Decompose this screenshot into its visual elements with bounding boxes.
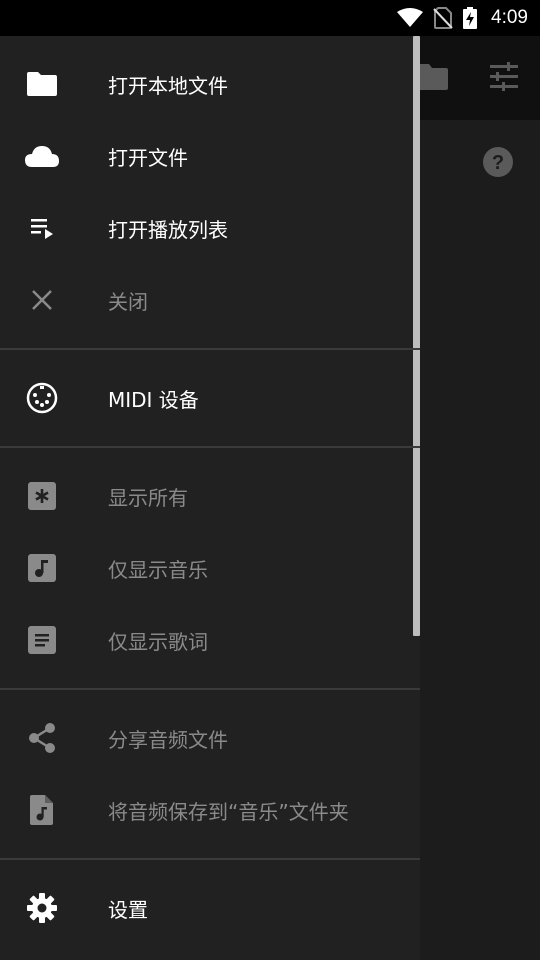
menu-item-open-file[interactable]: 打开文件 <box>0 120 413 192</box>
battery-charging-icon <box>463 7 478 29</box>
menu-item-show-music-only[interactable]: 仅显示音乐 <box>0 532 413 604</box>
menu-item-label: 打开播放列表 <box>108 217 228 242</box>
menu-item-show-lyrics-only[interactable]: 仅显示歌词 <box>0 604 413 676</box>
status-time: 4:09 <box>491 7 528 28</box>
menu-item-label: 打开本地文件 <box>108 73 228 98</box>
menu-item-midi-devices[interactable]: MIDI 设备 <box>0 362 413 434</box>
svg-text:?: ? <box>492 152 504 174</box>
wifi-icon <box>397 8 424 28</box>
divider <box>0 858 420 860</box>
folder-icon <box>22 64 62 104</box>
menu-item-share-audio[interactable]: 分享音频文件 <box>0 702 413 774</box>
menu-item-show-all[interactable]: 显示所有 <box>0 460 413 532</box>
midi-icon <box>22 378 62 418</box>
menu-item-open-playlist[interactable]: 打开播放列表 <box>0 192 413 264</box>
folder-icon[interactable] <box>416 62 450 96</box>
menu-item-label: 显示所有 <box>108 485 188 510</box>
share-icon <box>22 718 62 758</box>
music-note-icon <box>22 548 62 588</box>
menu-item-label: 打开文件 <box>108 145 188 170</box>
menu-item-label: 将音频保存到“音乐”文件夹 <box>108 799 349 824</box>
help-icon[interactable]: ? <box>482 146 514 182</box>
close-icon <box>22 280 62 320</box>
navigation-drawer: 打开本地文件 打开文件 打开播放列表 关闭 MIDI 设备 显示所有 仅显示音乐… <box>0 36 420 960</box>
menu-item-label: 关闭 <box>108 289 148 314</box>
asterisk-icon <box>22 476 62 516</box>
tune-icon[interactable] <box>488 62 520 96</box>
menu-item-label: 仅显示歌词 <box>108 629 208 654</box>
audio-file-icon <box>22 790 62 830</box>
divider <box>0 348 420 350</box>
divider <box>0 688 420 690</box>
menu-item-close[interactable]: 关闭 <box>0 264 413 336</box>
no-sim-icon <box>433 7 453 29</box>
menu-item-open-local-file[interactable]: 打开本地文件 <box>0 48 413 120</box>
menu-item-label: MIDI 设备 <box>108 387 199 412</box>
menu-item-label: 分享音频文件 <box>108 727 228 752</box>
lyrics-icon <box>22 620 62 660</box>
playlist-play-icon <box>22 208 62 248</box>
divider <box>0 446 420 448</box>
drawer-scrollbar[interactable] <box>413 36 420 636</box>
menu-item-label: 仅显示音乐 <box>108 557 208 582</box>
cloud-icon <box>22 136 62 176</box>
menu-item-label: 设置 <box>108 897 148 922</box>
status-bar: 4:09 <box>0 0 540 36</box>
menu-item-settings[interactable]: 设置 <box>0 872 413 944</box>
status-icons: 4:09 <box>397 0 528 36</box>
menu-item-save-to-music-folder[interactable]: 将音频保存到“音乐”文件夹 <box>0 774 413 846</box>
settings-icon <box>22 888 62 928</box>
